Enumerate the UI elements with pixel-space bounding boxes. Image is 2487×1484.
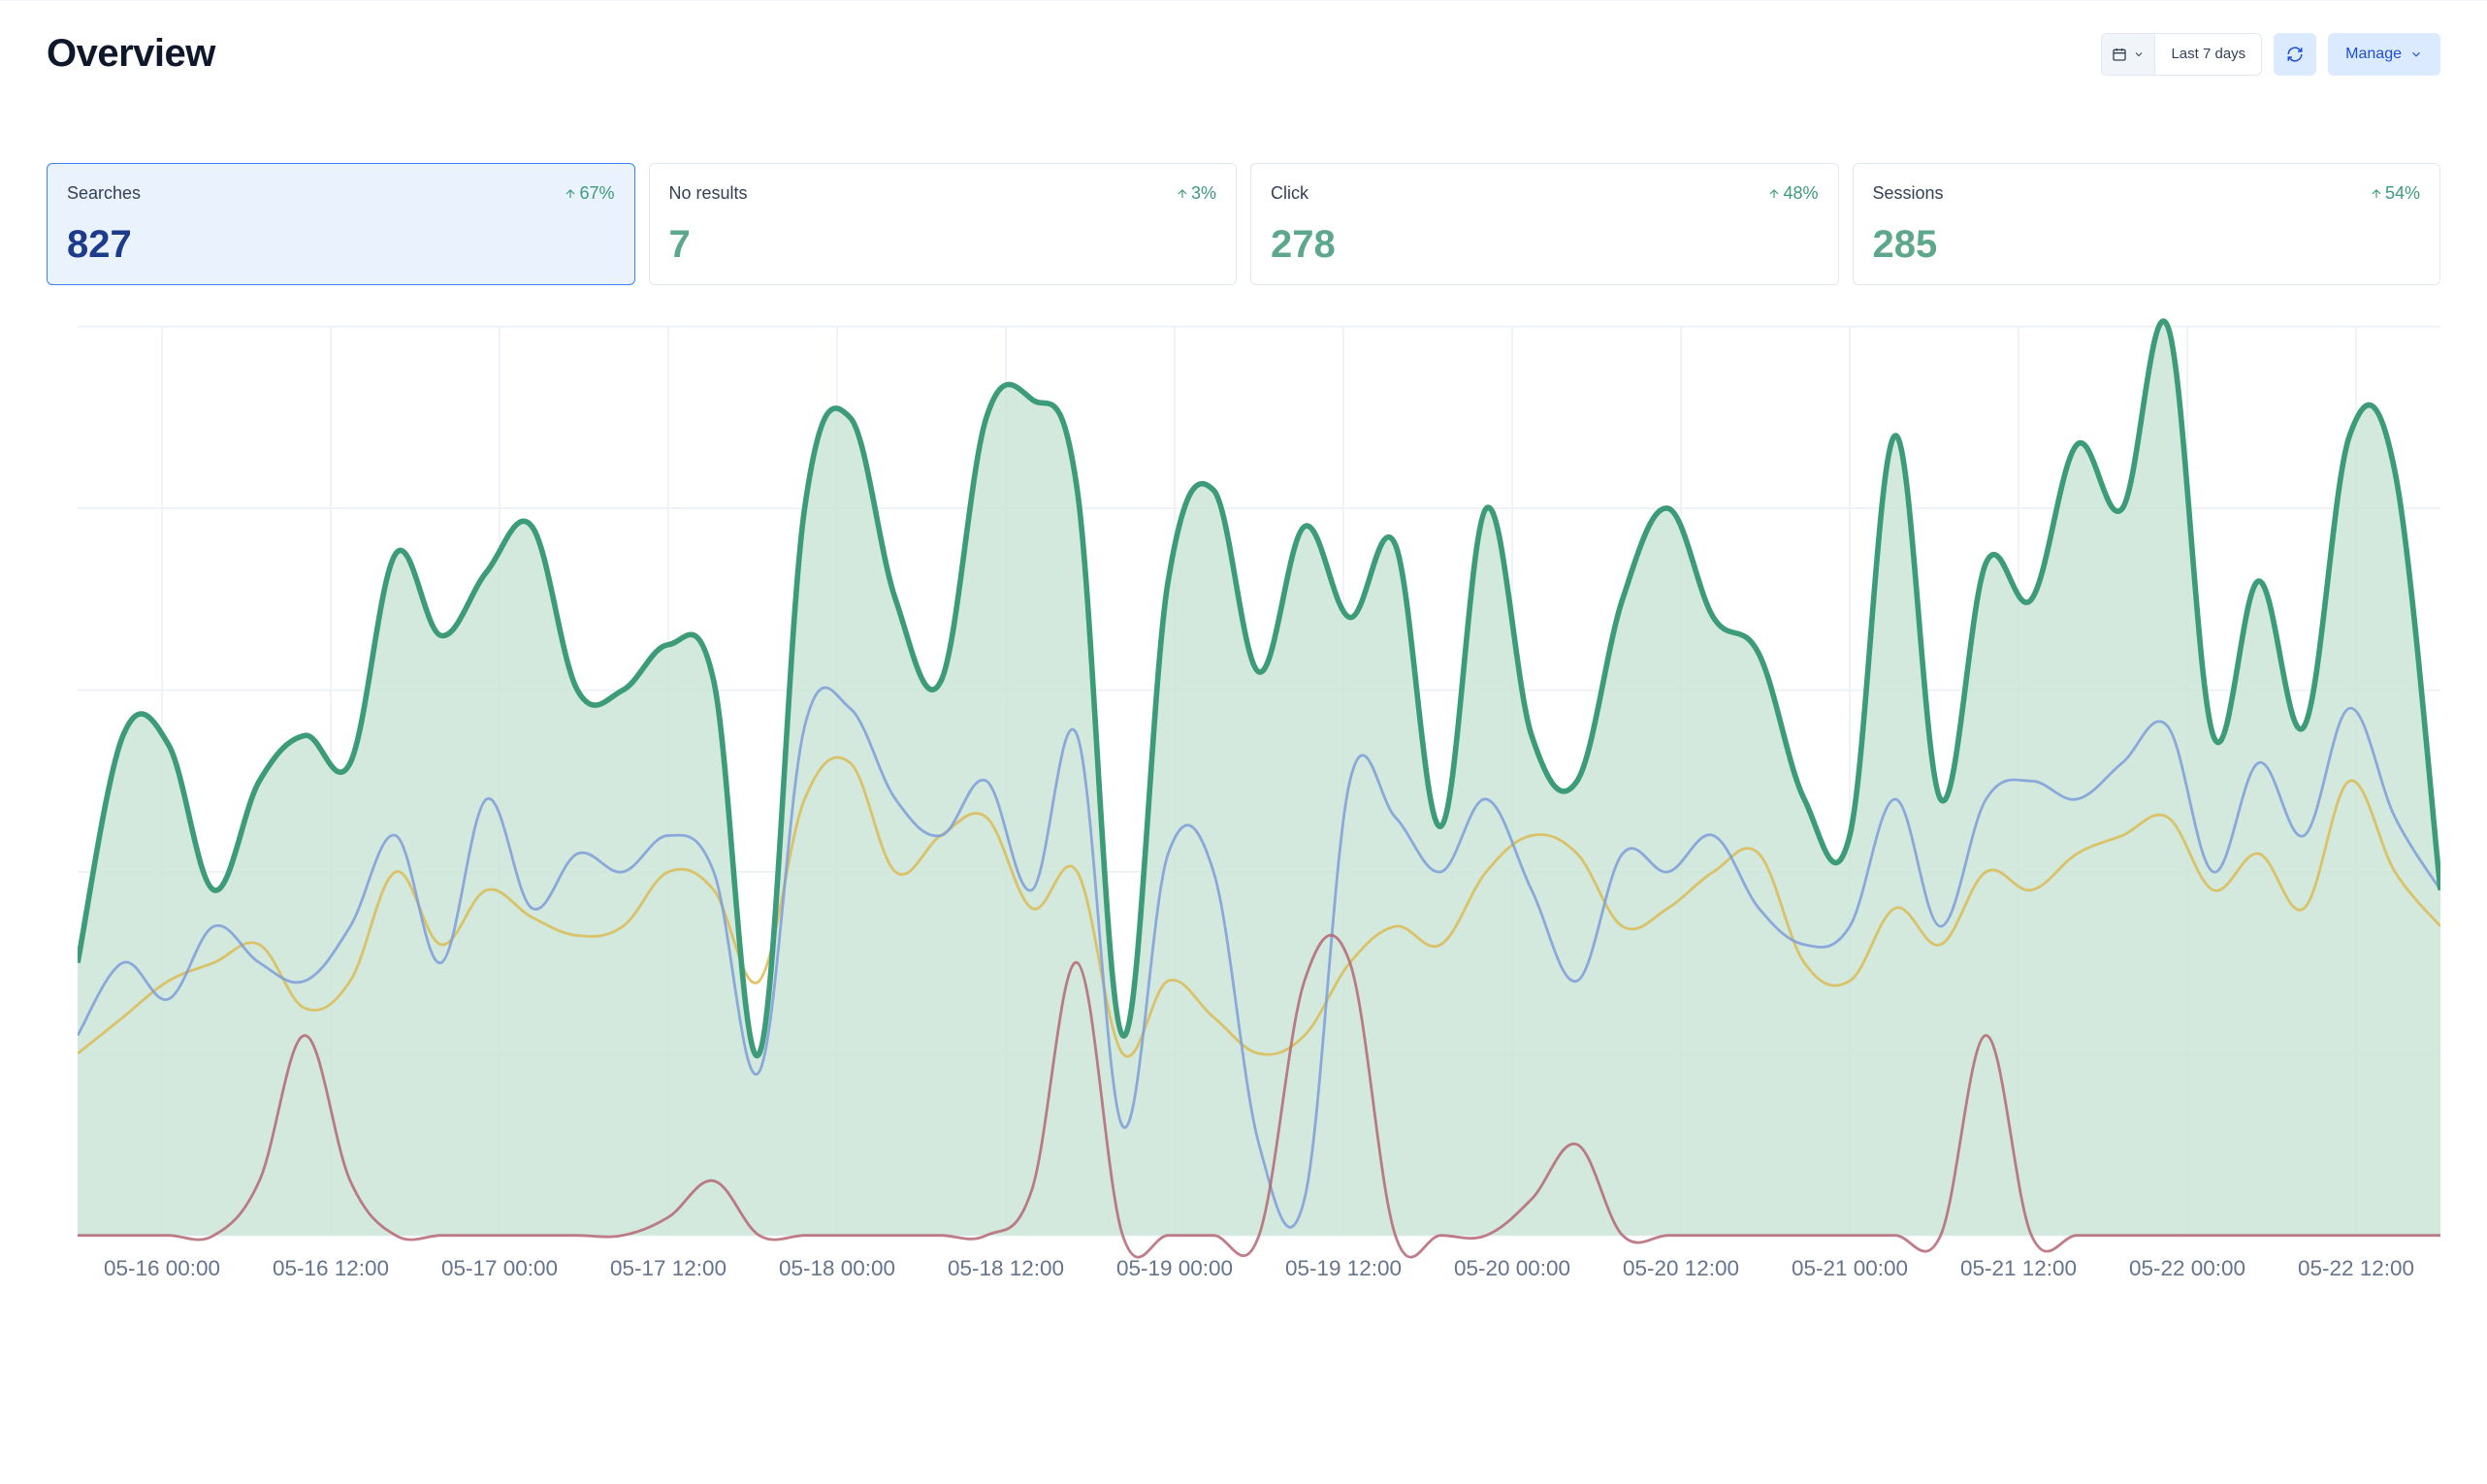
svg-text:05-19 00:00: 05-19 00:00 <box>1116 1256 1233 1280</box>
metric-trend-value: 3% <box>1191 183 1216 204</box>
overview-chart: 05-16 00:00 05-16 12:00 05-17 00:00 05-17 1… <box>78 308 2440 1290</box>
arrow-up-icon <box>2370 187 2383 201</box>
metric-card-searches[interactable]: Searches 67% 827 <box>47 163 635 285</box>
metric-cards: Searches 67% 827 No results 3% 7 Click <box>47 163 2440 285</box>
metric-label: Click <box>1271 183 1308 204</box>
svg-text:05-21 12:00: 05-21 12:00 <box>1960 1256 2077 1280</box>
refresh-icon <box>2286 46 2304 63</box>
metric-card-clicks[interactable]: Click 48% 278 <box>1250 163 1839 285</box>
date-range-label: Last 7 days <box>2155 34 2261 75</box>
arrow-up-icon <box>1176 187 1189 201</box>
metric-trend-value: 67% <box>579 183 614 204</box>
header-controls: Last 7 days Manage <box>2101 33 2440 76</box>
svg-text:05-16 12:00: 05-16 12:00 <box>273 1256 389 1280</box>
svg-text:05-18 00:00: 05-18 00:00 <box>779 1256 895 1280</box>
metric-label: Sessions <box>1873 183 1944 204</box>
svg-text:05-20 00:00: 05-20 00:00 <box>1454 1256 1570 1280</box>
calendar-toggle[interactable] <box>2102 34 2155 75</box>
metric-card-sessions[interactable]: Sessions 54% 285 <box>1853 163 2441 285</box>
manage-button[interactable]: Manage <box>2328 33 2440 76</box>
metric-value: 7 <box>669 223 1217 267</box>
arrow-up-icon <box>564 187 577 201</box>
metric-label: No results <box>669 183 748 204</box>
metric-value: 827 <box>67 223 615 267</box>
metric-value: 285 <box>1873 223 2421 267</box>
svg-text:05-17 00:00: 05-17 00:00 <box>441 1256 558 1280</box>
refresh-button[interactable] <box>2274 33 2316 76</box>
metric-trend: 54% <box>2370 183 2420 204</box>
metric-value: 278 <box>1271 223 1819 267</box>
metric-card-noresults[interactable]: No results 3% 7 <box>649 163 1238 285</box>
svg-text:05-17 12:00: 05-17 12:00 <box>610 1256 727 1280</box>
metric-trend-value: 54% <box>2385 183 2420 204</box>
metric-label: Searches <box>67 183 141 204</box>
svg-text:05-20 12:00: 05-20 12:00 <box>1623 1256 1739 1280</box>
arrow-up-icon <box>1767 187 1781 201</box>
metric-trend-value: 48% <box>1783 183 1818 204</box>
svg-text:05-18 12:00: 05-18 12:00 <box>948 1256 1064 1280</box>
manage-button-label: Manage <box>2345 46 2402 63</box>
metric-trend: 67% <box>564 183 614 204</box>
page-header: Overview Last 7 days <box>47 32 2440 76</box>
chevron-down-icon <box>2409 48 2423 61</box>
metric-trend: 48% <box>1767 183 1818 204</box>
page-title: Overview <box>47 32 215 76</box>
date-range-picker[interactable]: Last 7 days <box>2101 33 2262 76</box>
svg-text:05-21 00:00: 05-21 00:00 <box>1792 1256 1908 1280</box>
chevron-down-icon <box>2133 48 2145 60</box>
svg-text:05-16 00:00: 05-16 00:00 <box>104 1256 220 1280</box>
svg-text:05-19 12:00: 05-19 12:00 <box>1285 1256 1402 1280</box>
metric-trend: 3% <box>1176 183 1216 204</box>
calendar-icon <box>2112 47 2127 62</box>
svg-text:05-22 00:00: 05-22 00:00 <box>2129 1256 2245 1280</box>
svg-text:05-22 12:00: 05-22 12:00 <box>2298 1256 2414 1280</box>
